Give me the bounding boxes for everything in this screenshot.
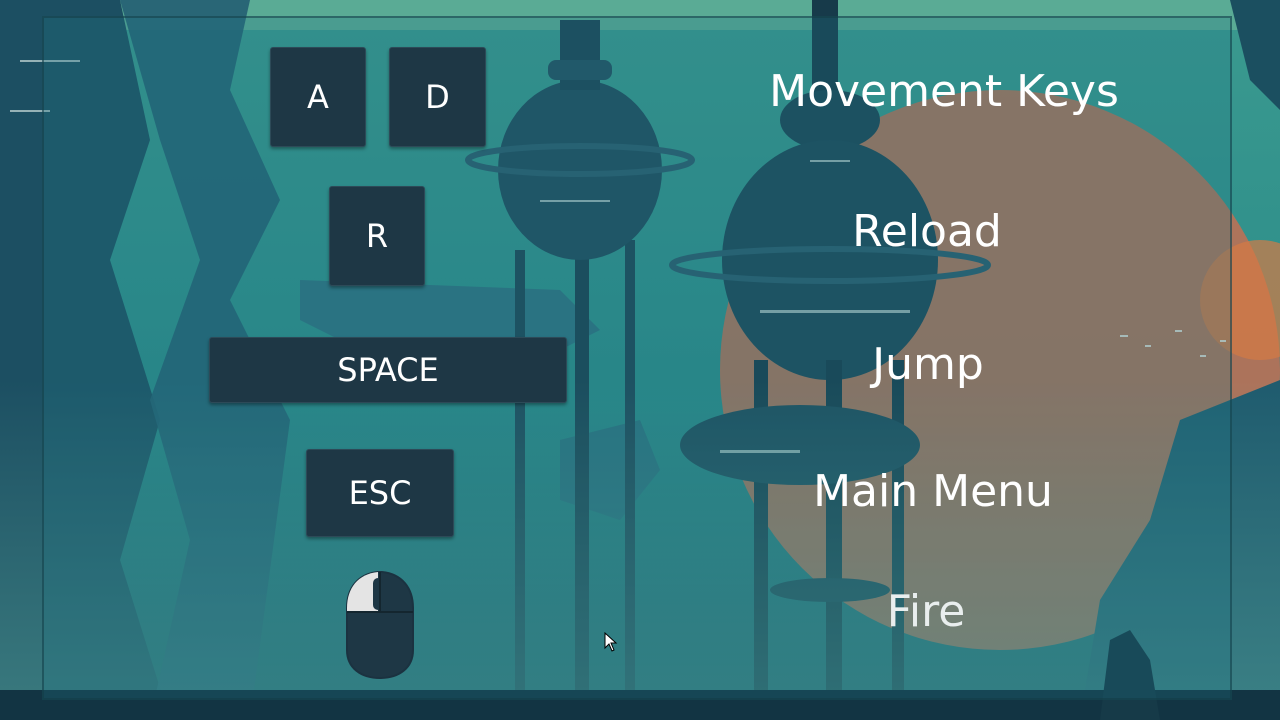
- key-space[interactable]: SPACE: [209, 337, 567, 403]
- label-reload: Reload: [852, 206, 1002, 257]
- key-d[interactable]: D: [389, 47, 486, 147]
- key-esc[interactable]: ESC: [306, 449, 454, 537]
- label-jump: Jump: [872, 339, 984, 390]
- mouse-pointer-icon: [604, 631, 618, 652]
- mouse-left-click-icon: [344, 570, 416, 682]
- label-main-menu: Main Menu: [813, 466, 1053, 517]
- label-fire: Fire: [886, 586, 966, 637]
- label-movement-keys: Movement Keys: [769, 66, 1119, 117]
- key-a[interactable]: A: [270, 47, 366, 147]
- key-r[interactable]: R: [329, 186, 425, 286]
